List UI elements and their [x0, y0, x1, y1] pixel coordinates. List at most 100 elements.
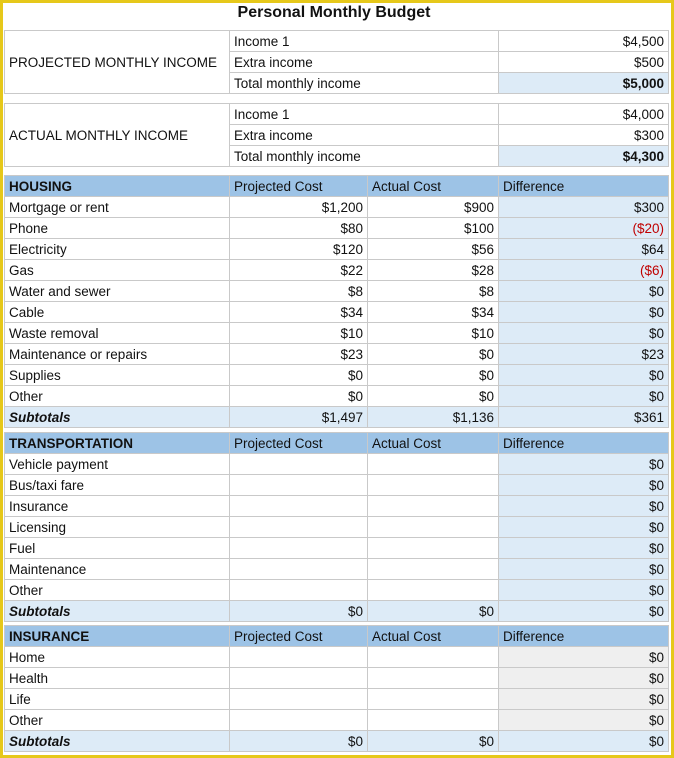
actual-cost-cell[interactable]: $0 [367, 385, 499, 407]
item-cell[interactable]: Mortgage or rent [4, 196, 230, 218]
difference-cell[interactable]: $0 [498, 516, 669, 538]
projected-cost-cell[interactable] [229, 579, 368, 601]
item-cell[interactable]: Bus/taxi fare [4, 474, 230, 496]
projected-cost-cell[interactable] [229, 453, 368, 475]
projected-cost-cell[interactable]: $120 [229, 238, 368, 260]
actual-cost-cell[interactable] [367, 453, 499, 475]
difference-cell[interactable]: $0 [498, 280, 669, 302]
item-cell[interactable]: Other [4, 709, 230, 731]
actual-cost-cell[interactable] [367, 688, 499, 710]
income-value[interactable]: $4,000 [498, 103, 669, 125]
projected-cost-cell[interactable] [229, 709, 368, 731]
item-cell[interactable]: Fuel [4, 537, 230, 559]
projected-cost-cell[interactable] [229, 537, 368, 559]
actual-cost-cell[interactable] [367, 516, 499, 538]
item-cell[interactable]: Licensing [4, 516, 230, 538]
subtotal-projected[interactable]: $0 [229, 730, 368, 752]
actual-cost-cell[interactable]: $10 [367, 322, 499, 344]
item-cell[interactable]: Water and sewer [4, 280, 230, 302]
actual-cost-cell[interactable]: $100 [367, 217, 499, 239]
projected-cost-cell[interactable] [229, 688, 368, 710]
actual-cost-cell[interactable]: $34 [367, 301, 499, 323]
subtotal-actual[interactable]: $0 [367, 730, 499, 752]
difference-cell[interactable]: $0 [498, 364, 669, 386]
item-cell[interactable]: Maintenance or repairs [4, 343, 230, 365]
item-cell[interactable]: Supplies [4, 364, 230, 386]
item-cell[interactable]: Maintenance [4, 558, 230, 580]
item-cell[interactable]: Life [4, 688, 230, 710]
projected-cost-cell[interactable] [229, 558, 368, 580]
difference-cell[interactable]: $0 [498, 385, 669, 407]
item-cell[interactable]: Insurance [4, 495, 230, 517]
difference-cell[interactable]: $64 [498, 238, 669, 260]
actual-cost-cell[interactable]: $0 [367, 364, 499, 386]
difference-cell[interactable]: ($20) [498, 217, 669, 239]
income-value[interactable]: $4,500 [498, 30, 669, 52]
difference-cell[interactable]: $0 [498, 558, 669, 580]
income-value[interactable]: $300 [498, 124, 669, 146]
item-cell[interactable]: Vehicle payment [4, 453, 230, 475]
income-name[interactable]: Income 1 [229, 103, 499, 125]
item-cell[interactable]: Gas [4, 259, 230, 281]
projected-cost-cell[interactable]: $80 [229, 217, 368, 239]
difference-cell[interactable]: $0 [498, 474, 669, 496]
difference-cell[interactable]: $0 [498, 709, 669, 731]
item-cell[interactable]: Electricity [4, 238, 230, 260]
projected-cost-cell[interactable]: $0 [229, 364, 368, 386]
difference-cell[interactable]: $0 [498, 646, 669, 668]
actual-cost-cell[interactable] [367, 579, 499, 601]
income-total-label[interactable]: Total monthly income [229, 72, 499, 94]
projected-cost-cell[interactable] [229, 495, 368, 517]
difference-cell[interactable]: ($6) [498, 259, 669, 281]
projected-cost-cell[interactable] [229, 646, 368, 668]
item-cell[interactable]: Other [4, 579, 230, 601]
subtotal-actual[interactable]: $1,136 [367, 406, 499, 428]
actual-cost-cell[interactable]: $56 [367, 238, 499, 260]
actual-cost-cell[interactable] [367, 646, 499, 668]
actual-cost-cell[interactable] [367, 474, 499, 496]
income-name[interactable]: Income 1 [229, 30, 499, 52]
projected-cost-cell[interactable] [229, 516, 368, 538]
difference-cell[interactable]: $300 [498, 196, 669, 218]
projected-cost-cell[interactable]: $1,200 [229, 196, 368, 218]
projected-cost-cell[interactable] [229, 667, 368, 689]
item-cell[interactable]: Other [4, 385, 230, 407]
difference-cell[interactable]: $0 [498, 322, 669, 344]
difference-cell[interactable]: $0 [498, 301, 669, 323]
difference-cell[interactable]: $0 [498, 537, 669, 559]
projected-cost-cell[interactable] [229, 474, 368, 496]
difference-cell[interactable]: $0 [498, 688, 669, 710]
difference-cell[interactable]: $0 [498, 453, 669, 475]
subtotal-difference[interactable]: $0 [498, 730, 669, 752]
actual-cost-cell[interactable]: $28 [367, 259, 499, 281]
actual-cost-cell[interactable] [367, 709, 499, 731]
projected-cost-cell[interactable]: $34 [229, 301, 368, 323]
difference-cell[interactable]: $0 [498, 667, 669, 689]
actual-cost-cell[interactable] [367, 558, 499, 580]
projected-cost-cell[interactable]: $22 [229, 259, 368, 281]
projected-cost-cell[interactable]: $23 [229, 343, 368, 365]
income-value[interactable]: $500 [498, 51, 669, 73]
income-total-value[interactable]: $5,000 [498, 72, 669, 94]
item-cell[interactable]: Home [4, 646, 230, 668]
income-total-value[interactable]: $4,300 [498, 145, 669, 167]
income-total-label[interactable]: Total monthly income [229, 145, 499, 167]
income-name[interactable]: Extra income [229, 124, 499, 146]
subtotal-projected[interactable]: $1,497 [229, 406, 368, 428]
actual-cost-cell[interactable]: $0 [367, 343, 499, 365]
projected-cost-cell[interactable]: $8 [229, 280, 368, 302]
actual-cost-cell[interactable]: $8 [367, 280, 499, 302]
actual-cost-cell[interactable] [367, 667, 499, 689]
actual-cost-cell[interactable]: $900 [367, 196, 499, 218]
subtotal-actual[interactable]: $0 [367, 600, 499, 622]
item-cell[interactable]: Phone [4, 217, 230, 239]
subtotal-difference[interactable]: $0 [498, 600, 669, 622]
subtotal-difference[interactable]: $361 [498, 406, 669, 428]
item-cell[interactable]: Health [4, 667, 230, 689]
projected-cost-cell[interactable]: $10 [229, 322, 368, 344]
actual-cost-cell[interactable] [367, 495, 499, 517]
difference-cell[interactable]: $0 [498, 495, 669, 517]
item-cell[interactable]: Waste removal [4, 322, 230, 344]
difference-cell[interactable]: $23 [498, 343, 669, 365]
item-cell[interactable]: Cable [4, 301, 230, 323]
